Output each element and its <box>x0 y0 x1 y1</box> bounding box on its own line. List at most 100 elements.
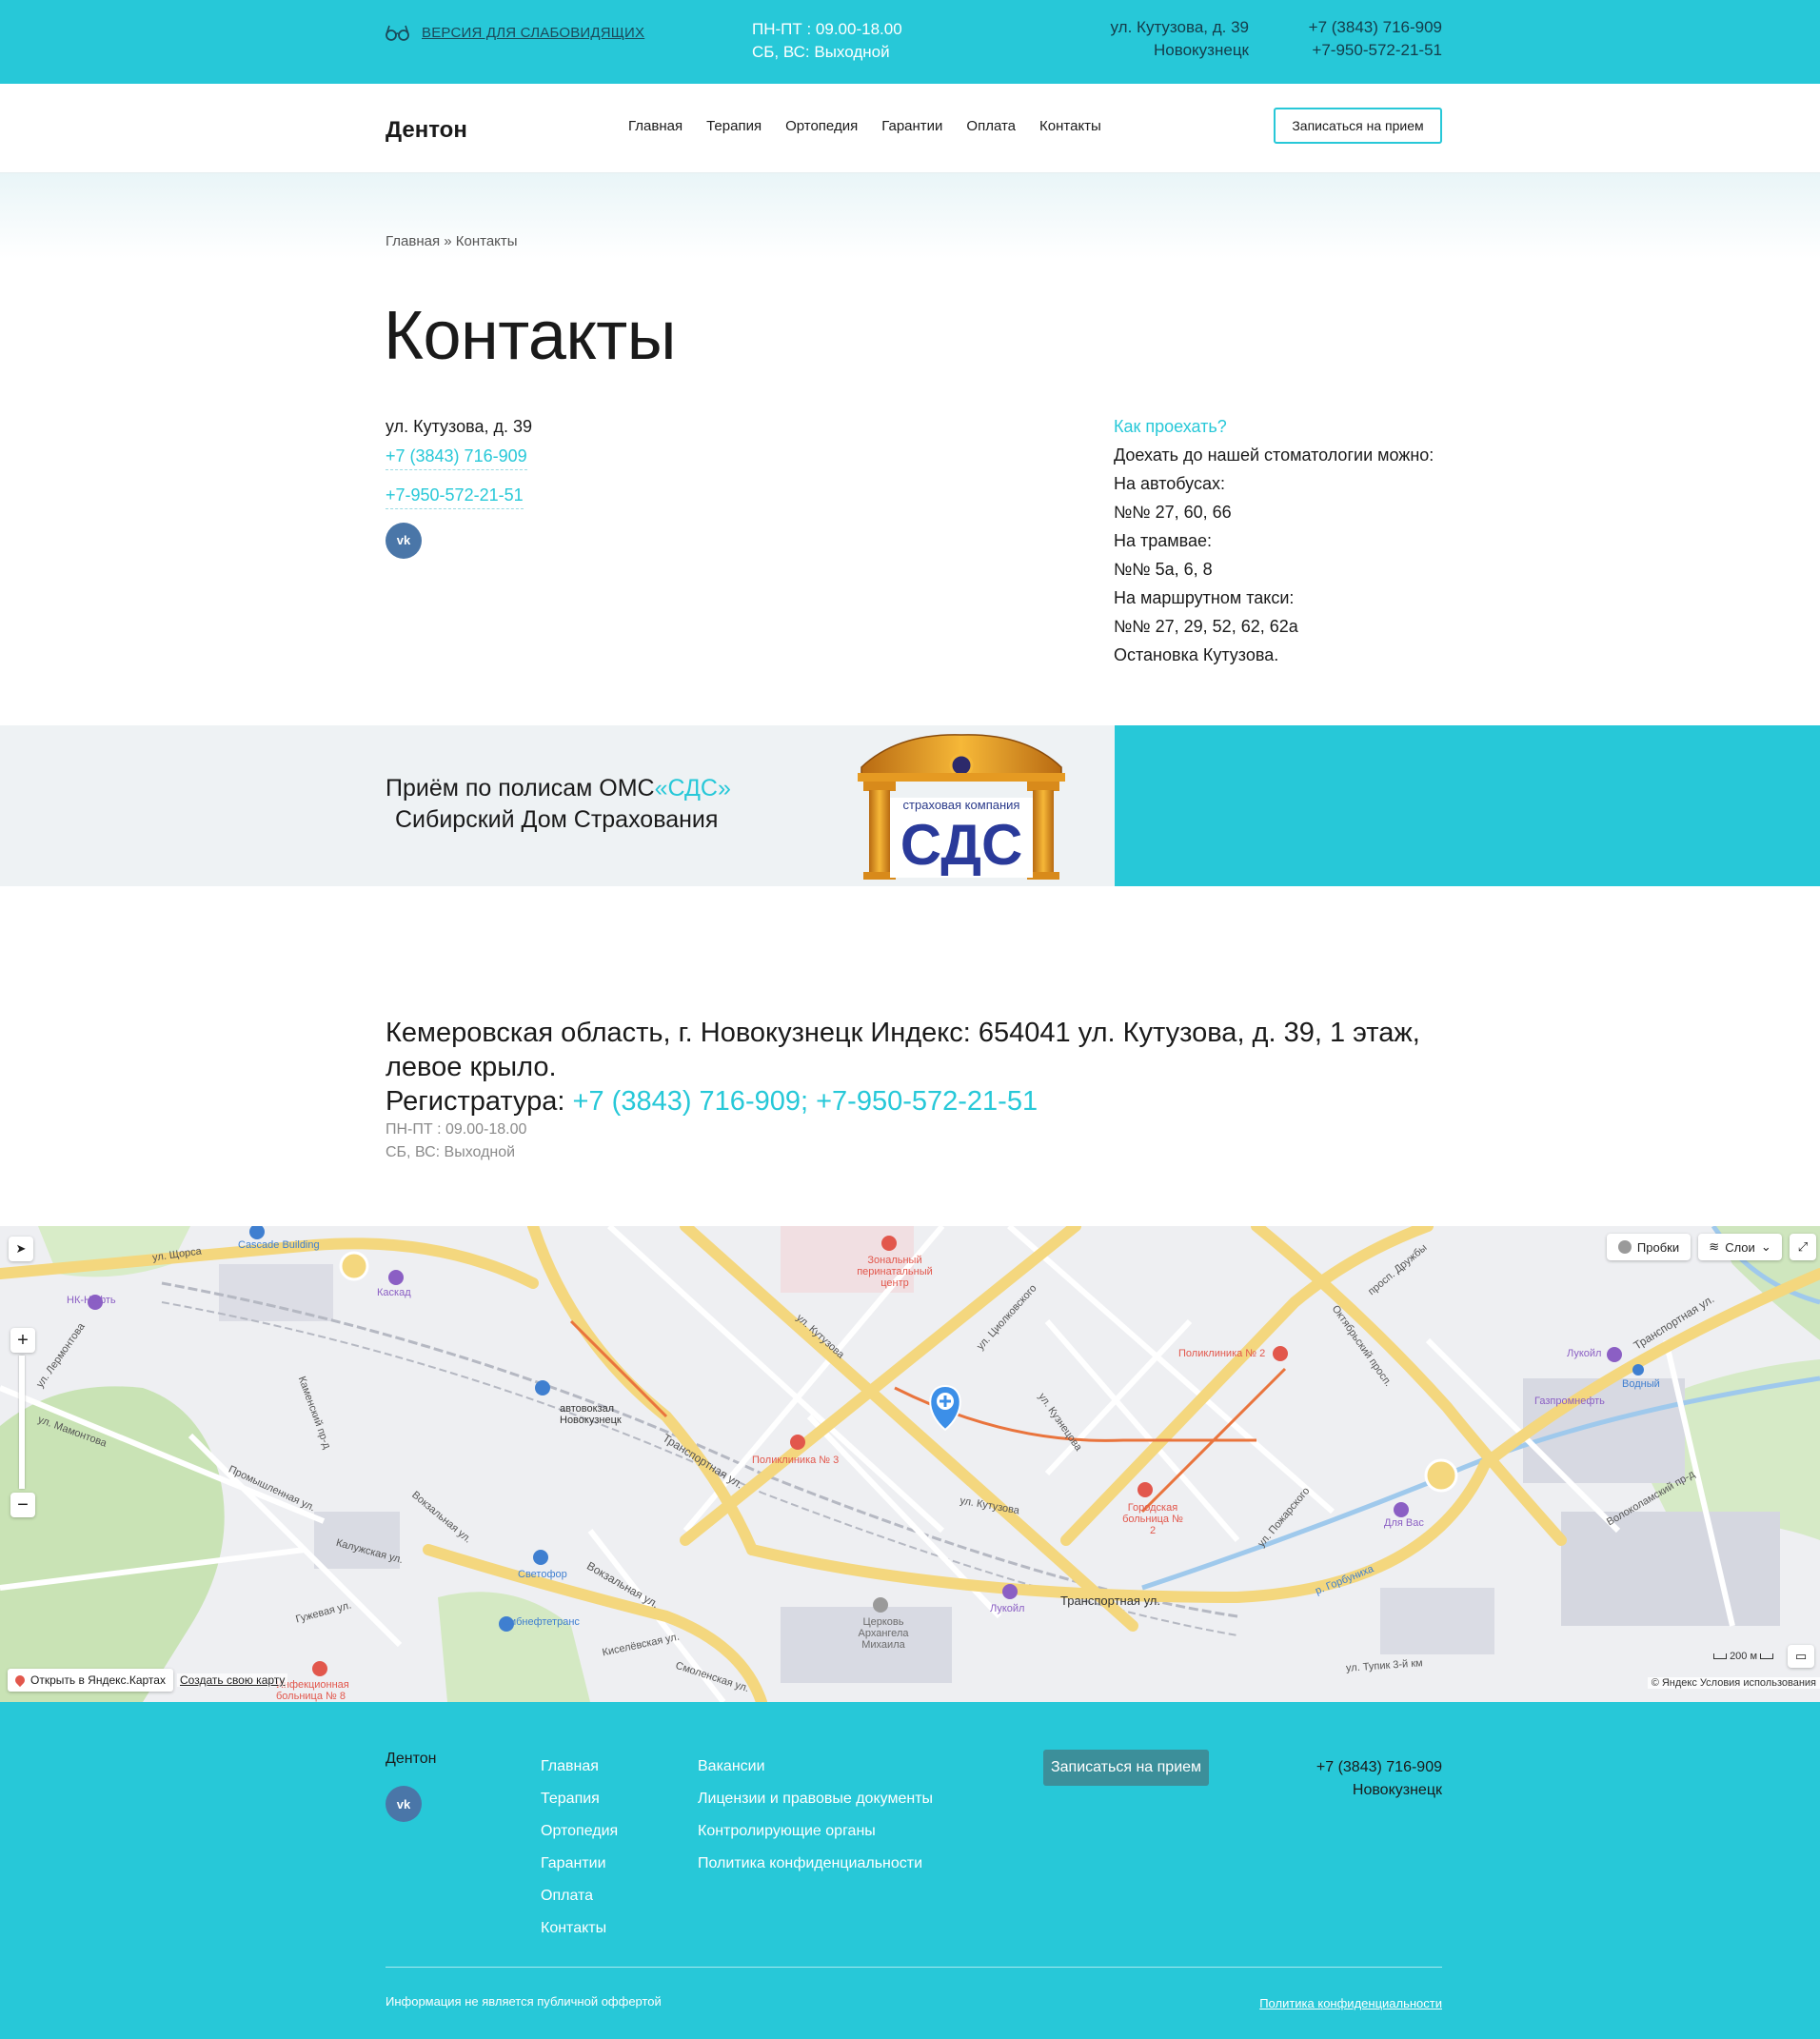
poi-label[interactable]: Поликлиника № 2 <box>1178 1348 1265 1359</box>
nav-item-home[interactable]: Главная <box>628 118 682 134</box>
poi-label[interactable]: Церковь Архангела Михаила <box>853 1616 914 1651</box>
open-link-label: Открыть в Яндекс.Картах <box>30 1673 166 1687</box>
footer-link-home[interactable]: Главная <box>541 1751 618 1783</box>
map-pin-icon <box>12 1673 28 1688</box>
footer-link-contacts[interactable]: Контакты <box>541 1912 618 1945</box>
directions-line: №№ 5а, 6, 8 <box>1114 560 1213 579</box>
low-vision-label[interactable]: ВЕРСИЯ ДЛЯ СЛАБОВИДЯЩИХ <box>422 25 644 41</box>
zoom-out-button[interactable]: − <box>10 1493 35 1517</box>
top-address: ул. Кутузова, д. 39 Новокузнецк <box>1111 16 1249 62</box>
footer-nav-main: Главная Терапия Ортопедия Гарантии Оплат… <box>541 1751 618 1945</box>
directions-line: На маршрутном такси: <box>1114 588 1295 607</box>
footer-logo[interactable]: Дентон <box>386 1751 436 1768</box>
address-hours-weekdays: ПН-ПТ : 09.00-18.00 <box>386 1121 527 1138</box>
book-appointment-button[interactable]: Записаться на прием <box>1274 108 1442 144</box>
page-title: Контакты <box>384 298 677 374</box>
full-address-text: Кемеровская область, г. Новокузнецк Инде… <box>386 1018 1420 1082</box>
scale-label: 200 м <box>1730 1651 1758 1662</box>
poi-label[interactable]: НК-Нефть <box>67 1295 116 1306</box>
footer-vk-icon[interactable]: vk <box>386 1786 422 1822</box>
copyright-text: © Яндекс <box>1651 1677 1697 1689</box>
geolocation-icon[interactable]: ➤ <box>9 1237 33 1261</box>
poi-label[interactable]: Каскад <box>377 1287 411 1298</box>
footer-link-payment[interactable]: Оплата <box>541 1880 618 1912</box>
vk-icon[interactable]: vk <box>386 523 422 559</box>
top-phone-2[interactable]: +7-950-572-21-51 <box>1309 39 1442 62</box>
footer-link-orthopedics[interactable]: Ортопедия <box>541 1815 618 1848</box>
nav-item-payment[interactable]: Оплата <box>966 118 1016 134</box>
ruler-icon[interactable]: ▭ <box>1788 1645 1814 1668</box>
map-copyright: © Яндекс Условия использования <box>1647 1677 1820 1689</box>
zoom-in-button[interactable]: + <box>10 1328 35 1353</box>
footer-link-vacancies[interactable]: Вакансии <box>698 1751 933 1783</box>
hours-weekend: СБ, ВС: Выходной <box>752 43 890 61</box>
site-header: Дентон Главная Терапия Ортопедия Гаранти… <box>0 84 1820 173</box>
top-phones: +7 (3843) 716-909 +7-950-572-21-51 <box>1309 16 1442 62</box>
poi-label[interactable]: Cascade Building <box>238 1239 320 1251</box>
insurance-banner-accent <box>1115 725 1820 886</box>
main-nav: Главная Терапия Ортопедия Гарантии Оплат… <box>628 118 1101 134</box>
directions-line: На автобусах: <box>1114 474 1225 493</box>
poi-label[interactable]: Сибнефтетранс <box>503 1616 580 1628</box>
footer-book-button[interactable]: Записаться на прием <box>1043 1750 1209 1786</box>
low-vision-link[interactable]: ВЕРСИЯ ДЛЯ СЛАБОВИДЯЩИХ <box>386 23 644 42</box>
site-footer: Дентон vk Главная Терапия Ортопедия Гара… <box>0 1702 1820 2039</box>
nav-item-therapy[interactable]: Терапия <box>706 118 762 134</box>
breadcrumb[interactable]: Главная » Контакты <box>386 233 518 249</box>
yandex-map[interactable]: ➤ + − Пробки ≋ Слои ⌄ ⤢ ул. Щорса ул. Ле… <box>0 1226 1820 1702</box>
layers-label: Слои <box>1725 1239 1755 1255</box>
contact-phone-1[interactable]: +7 (3843) 716-909 <box>386 443 527 470</box>
footer-link-therapy[interactable]: Терапия <box>541 1783 618 1815</box>
poi-label[interactable]: автовокзал Новокузнецк <box>560 1403 626 1426</box>
poi-label[interactable]: Светофор <box>518 1569 567 1580</box>
poi-label[interactable]: Для Вас <box>1384 1517 1424 1529</box>
layers-button[interactable]: ≋ Слои ⌄ <box>1698 1234 1782 1260</box>
scale-bar <box>1760 1653 1774 1660</box>
insurance-text: Приём по полисам ОМС«СДС» Сибирский Дом … <box>386 773 731 836</box>
glasses-icon <box>386 25 409 41</box>
zoom-slider[interactable] <box>19 1356 25 1489</box>
traffic-button[interactable]: Пробки <box>1607 1234 1691 1260</box>
footer-city: Новокузнецк <box>1352 1782 1442 1798</box>
poi-label[interactable]: Лукойл <box>990 1603 1024 1614</box>
poi-label[interactable]: Поликлиника № 3 <box>752 1455 839 1466</box>
footer-privacy-link[interactable]: Политика конфиденциальности <box>1259 1996 1442 2010</box>
footer-link-privacy[interactable]: Политика конфиденциальности <box>698 1848 933 1880</box>
fullscreen-icon[interactable]: ⤢ <box>1790 1234 1816 1260</box>
site-logo[interactable]: Дентон <box>386 117 467 144</box>
footer-phone[interactable]: +7 (3843) 716-909 <box>1316 1756 1442 1779</box>
create-map-link[interactable]: Создать свою карту <box>177 1673 288 1687</box>
footer-link-licenses[interactable]: Лицензии и правовые документы <box>698 1783 933 1815</box>
directions-line: №№ 27, 29, 52, 62, 62а <box>1114 617 1298 636</box>
traffic-label: Пробки <box>1636 1239 1680 1255</box>
footer-disclaimer: Информация не является публичной офферто… <box>386 1994 662 2009</box>
terms-link[interactable]: Условия использования <box>1700 1677 1816 1689</box>
directions-line: На трамвае: <box>1114 531 1213 550</box>
poi-label[interactable]: Инфекционная больница № 8 <box>276 1679 362 1702</box>
contact-phone-2[interactable]: +7-950-572-21-51 <box>386 482 524 509</box>
registry-label: Регистратура: <box>386 1086 565 1117</box>
registry-phones[interactable]: +7 (3843) 716-909; +7-950-572-21-51 <box>573 1086 1039 1117</box>
footer-nav-info: Вакансии Лицензии и правовые документы К… <box>698 1751 933 1880</box>
chevron-down-icon: ⌄ <box>1760 1239 1771 1254</box>
poi-label[interactable]: Водный <box>1622 1378 1660 1390</box>
nav-item-guarantees[interactable]: Гарантии <box>881 118 942 134</box>
open-in-yandex-maps-link[interactable]: Открыть в Яндекс.Картах <box>8 1669 173 1692</box>
footer-link-regulators[interactable]: Контролирующие органы <box>698 1815 933 1848</box>
nav-item-contacts[interactable]: Контакты <box>1039 118 1101 134</box>
footer-divider <box>386 1967 1442 1968</box>
hero-background <box>0 173 1820 259</box>
footer-link-guarantees[interactable]: Гарантии <box>541 1848 618 1880</box>
contact-address: ул. Кутузова, д. 39 <box>386 417 533 436</box>
sds-logo-caption: страховая компания <box>903 798 1020 812</box>
poi-label[interactable]: Зональный перинатальный центр <box>857 1255 933 1289</box>
sds-logo-text: СДС <box>900 813 1023 877</box>
nav-item-orthopedics[interactable]: Ортопедия <box>785 118 858 134</box>
top-phone-1[interactable]: +7 (3843) 716-909 <box>1309 16 1442 39</box>
poi-label[interactable]: Лукойл <box>1567 1348 1601 1359</box>
full-address: Кемеровская область, г. Новокузнецк Инде… <box>386 1016 1461 1164</box>
poi-label[interactable]: Городская больница № 2 <box>1119 1502 1186 1536</box>
contact-info: ул. Кутузова, д. 39 +7 (3843) 716-909 +7… <box>386 412 532 559</box>
layers-icon: ≋ <box>1709 1239 1720 1254</box>
poi-label[interactable]: Газпромнефть <box>1534 1396 1605 1407</box>
